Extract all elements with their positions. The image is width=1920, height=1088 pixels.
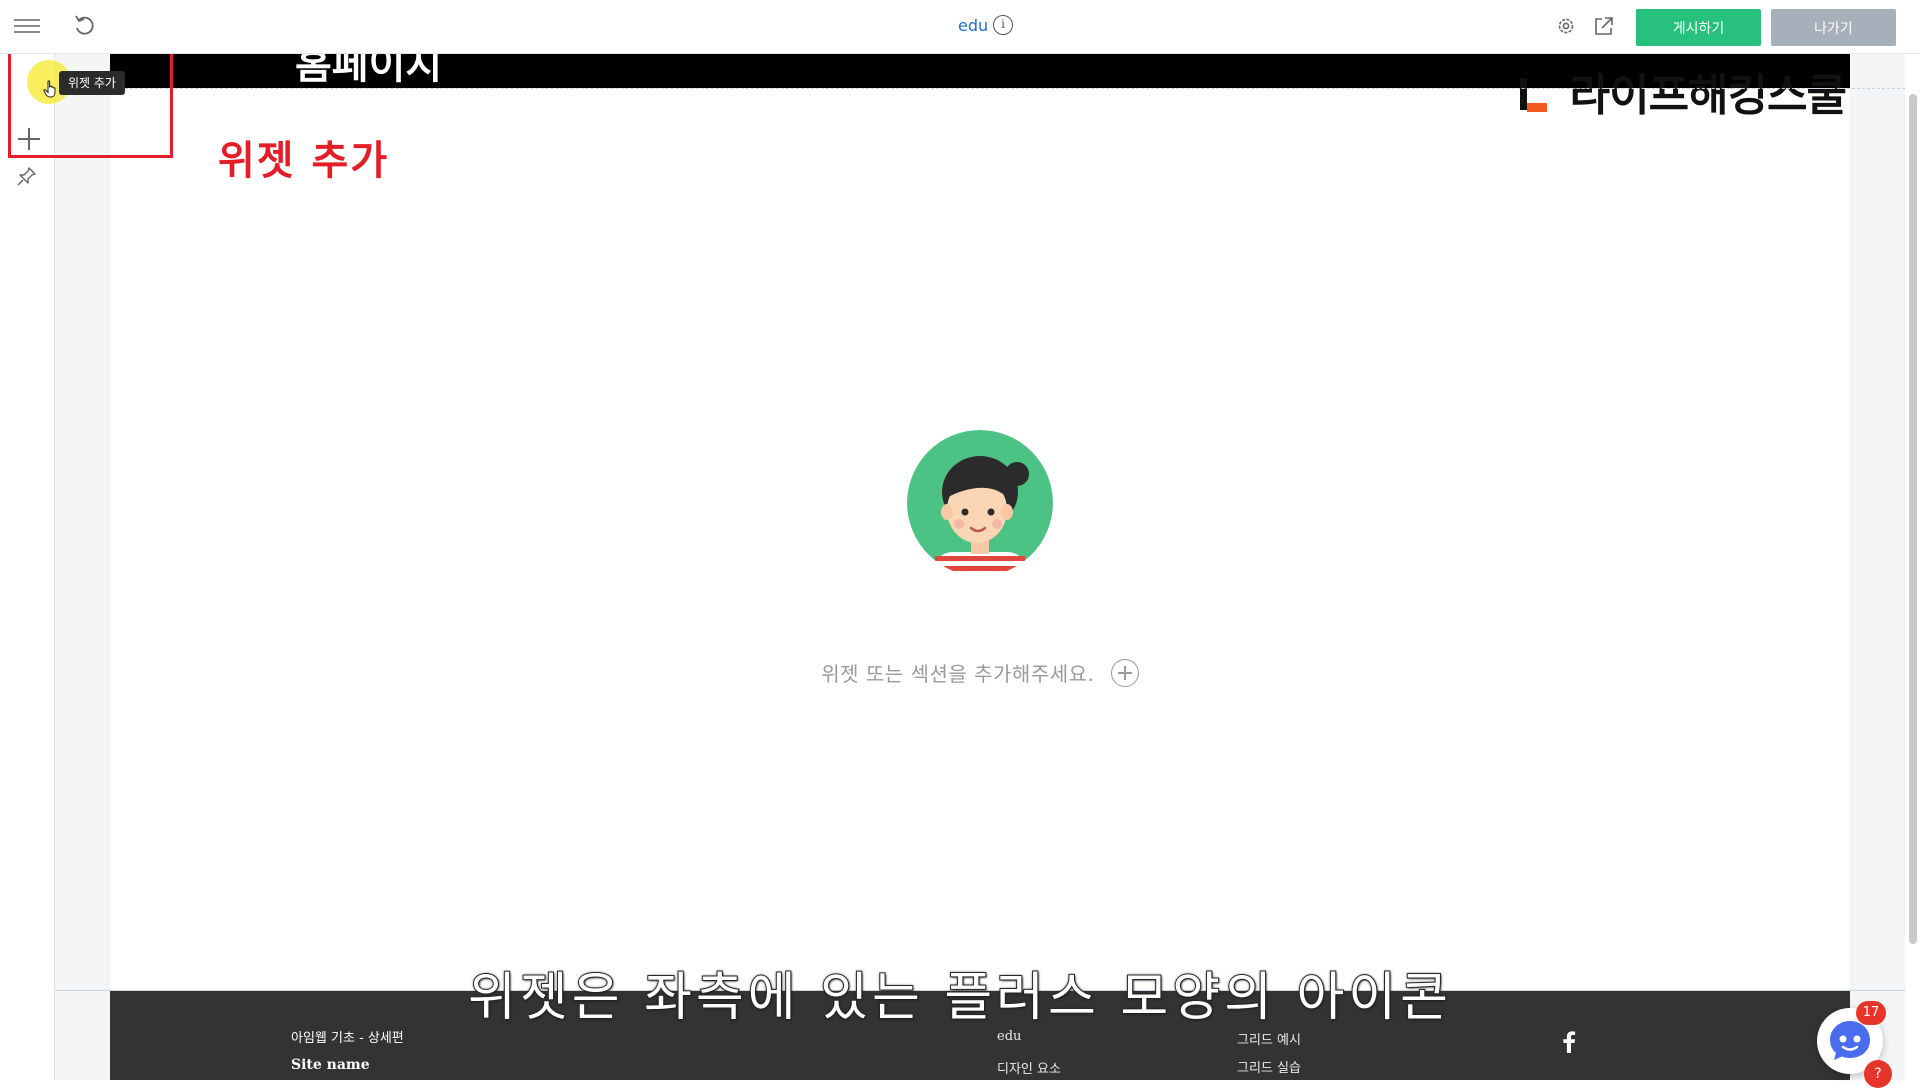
header-partial-text: 홈페이지 (295, 54, 443, 88)
help-badge[interactable]: ? (1864, 1060, 1892, 1088)
footer-menu-item[interactable]: 그리드 실습 (1237, 1057, 1301, 1076)
editor-topbar: edu i 게시하기 나가기 (0, 0, 1920, 54)
add-widget-circle-icon[interactable] (1110, 658, 1139, 687)
footer-menu-item[interactable]: 그리드 예시 (1237, 1029, 1301, 1048)
footer-menu-item[interactable]: 디자인 요소 (997, 1058, 1061, 1077)
footer-menu-item[interactable]: edu (997, 1029, 1021, 1044)
chat-unread-badge: 17 (1856, 1001, 1886, 1025)
exit-button[interactable]: 나가기 (1771, 9, 1896, 46)
settings-gear-icon[interactable] (1555, 15, 1577, 37)
publish-button[interactable]: 게시하기 (1636, 9, 1761, 46)
footer-site-name: Site name (291, 1057, 370, 1073)
scrollbar-thumb[interactable] (1909, 94, 1917, 944)
info-icon[interactable]: i (993, 15, 1013, 35)
site-title[interactable]: edu (958, 16, 988, 35)
undo-icon[interactable] (70, 12, 98, 40)
logo-mark-icon (1519, 78, 1547, 112)
empty-state-avatar-icon (907, 430, 1053, 576)
site-logo[interactable]: 라이프해킹스쿨 (1518, 72, 1846, 124)
section-guide-line (55, 88, 1905, 89)
left-tool-rail (0, 54, 55, 1080)
facebook-icon[interactable] (1560, 1031, 1578, 1053)
logo-text: 라이프해킹스쿨 (1569, 72, 1846, 121)
empty-state-message: 위젯 또는 섹션을 추가해주세요. (821, 662, 1095, 686)
annotation-label: 위젯 추가 (218, 138, 390, 184)
canvas-scrollbar[interactable] (1906, 54, 1920, 1080)
menu-icon[interactable] (14, 15, 40, 37)
pin-icon[interactable] (17, 166, 37, 186)
page-canvas[interactable]: 홈페이지 라이프해킹스쿨 위젯 또는 섹션을 추가해주세요. 아임웹 기초 - … (110, 54, 1850, 1080)
external-link-icon[interactable] (1593, 15, 1615, 37)
video-subtitle: 위젯은 좌측에 있는 플러스 모양의 아이콘 (467, 967, 1452, 1029)
empty-state-row: 위젯 또는 섹션을 추가해주세요. (110, 658, 1850, 687)
annotation-highlight-box (8, 45, 173, 158)
